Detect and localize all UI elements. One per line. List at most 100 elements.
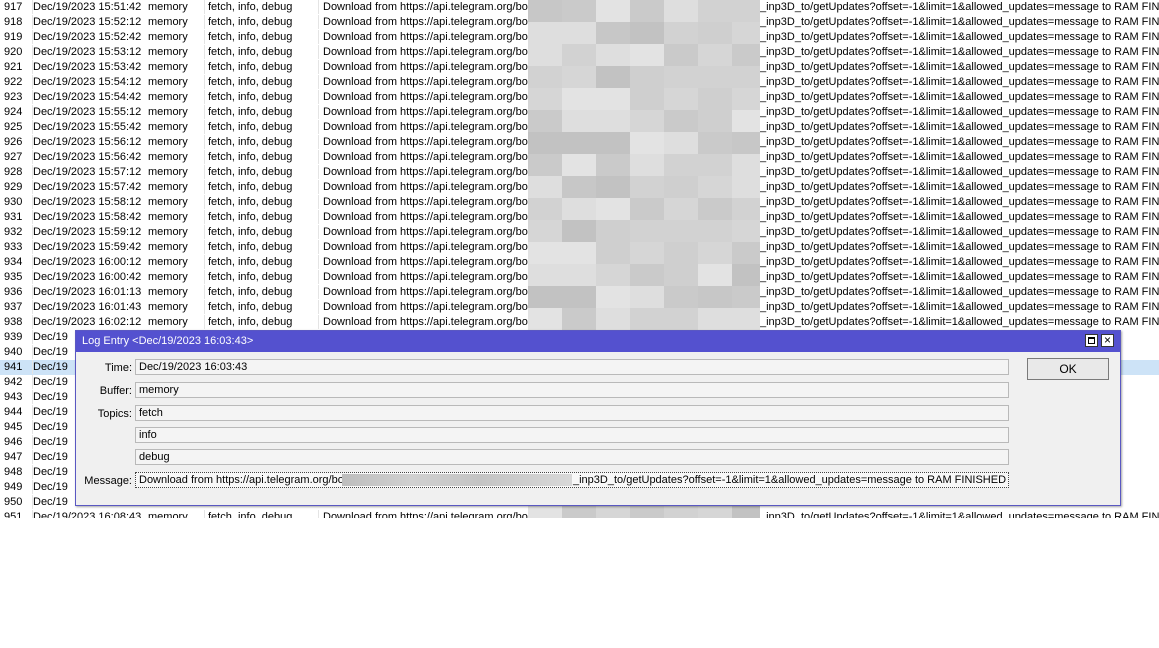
row-number: 938 [4, 316, 23, 328]
row-buffer: memory [148, 316, 188, 328]
row-message-start: Download from https://api.telegram.org/b… [318, 270, 532, 284]
message-text-start: Download from https://api.telegram.org/b… [139, 474, 347, 486]
buffer-label: Buffer: [99, 385, 132, 397]
row-topics: fetch, info, debug [204, 210, 321, 224]
message-label: Message: [84, 475, 132, 487]
buffer-field[interactable]: memory [135, 382, 1009, 398]
row-message-start: Download from https://api.telegram.org/b… [318, 150, 532, 164]
row-number: 942 [4, 376, 23, 388]
row-message-end: _inp3D_to/getUpdates?offset=-1&limit=1&a… [760, 151, 1159, 163]
row-buffer: memory [148, 1, 188, 13]
row-number: 950 [4, 496, 23, 508]
topic-field-2[interactable]: info [135, 427, 1009, 443]
row-number: 944 [4, 406, 23, 418]
row-message-start: Download from https://api.telegram.org/b… [318, 315, 532, 329]
time-field[interactable]: Dec/19/2023 16:03:43 [135, 359, 1009, 375]
row-message-start: Download from https://api.telegram.org/b… [318, 120, 532, 134]
row-buffer: memory [148, 106, 188, 118]
row-number: 925 [4, 121, 23, 133]
close-glyph: × [1103, 333, 1111, 347]
row-message-start: Download from https://api.telegram.org/b… [318, 30, 532, 44]
row-message-start: Download from https://api.telegram.org/b… [318, 0, 532, 14]
row-topics: fetch, info, debug [204, 15, 321, 29]
row-message-end: _inp3D_to/getUpdates?offset=-1&limit=1&a… [760, 271, 1159, 283]
row-number: 919 [4, 31, 23, 43]
row-topics: fetch, info, debug [204, 165, 321, 179]
row-message-start: Download from https://api.telegram.org/b… [318, 45, 532, 59]
row-number: 924 [4, 106, 23, 118]
maximize-icon[interactable] [1085, 334, 1098, 347]
close-icon[interactable]: × [1101, 333, 1114, 347]
row-number: 939 [4, 331, 23, 343]
row-message-start: Download from https://api.telegram.org/b… [318, 105, 532, 119]
row-message-end: _inp3D_to/getUpdates?offset=-1&limit=1&a… [760, 511, 1159, 518]
row-message-end: _inp3D_to/getUpdates?offset=-1&limit=1&a… [760, 301, 1159, 313]
row-message-end: _inp3D_to/getUpdates?offset=-1&limit=1&a… [760, 181, 1159, 193]
row-message-end: _inp3D_to/getUpdates?offset=-1&limit=1&a… [760, 76, 1159, 88]
log-entry-dialog: Log Entry <Dec/19/2023 16:03:43> × Time:… [75, 330, 1121, 506]
row-message-end: _inp3D_to/getUpdates?offset=-1&limit=1&a… [760, 31, 1159, 43]
row-message-start: Download from https://api.telegram.org/b… [318, 225, 532, 239]
row-buffer: memory [148, 196, 188, 208]
row-number: 935 [4, 271, 23, 283]
row-number: 949 [4, 481, 23, 493]
row-message-end: _inp3D_to/getUpdates?offset=-1&limit=1&a… [760, 61, 1159, 73]
row-message-end: _inp3D_to/getUpdates?offset=-1&limit=1&a… [760, 241, 1159, 253]
row-number: 918 [4, 16, 23, 28]
row-message-end: _inp3D_to/getUpdates?offset=-1&limit=1&a… [760, 286, 1159, 298]
row-topics: fetch, info, debug [204, 255, 321, 269]
redaction-mask [342, 474, 572, 486]
row-buffer: memory [148, 226, 188, 238]
row-message-end: _inp3D_to/getUpdates?offset=-1&limit=1&a… [760, 316, 1159, 328]
row-number: 931 [4, 211, 23, 223]
row-message-start: Download from https://api.telegram.org/b… [318, 255, 532, 269]
row-message-end: _inp3D_to/getUpdates?offset=-1&limit=1&a… [760, 1, 1159, 13]
row-number: 926 [4, 136, 23, 148]
row-number: 933 [4, 241, 23, 253]
row-number: 951 [4, 511, 23, 518]
row-message-start: Download from https://api.telegram.org/b… [318, 300, 532, 314]
dialog-title-bar[interactable]: Log Entry <Dec/19/2023 16:03:43> × [76, 331, 1120, 352]
row-message-end: _inp3D_to/getUpdates?offset=-1&limit=1&a… [760, 196, 1159, 208]
row-buffer: memory [148, 16, 188, 28]
row-number: 927 [4, 151, 23, 163]
row-message-start: Download from https://api.telegram.org/b… [318, 240, 532, 254]
row-number: 934 [4, 256, 23, 268]
row-number: 922 [4, 76, 23, 88]
message-field[interactable]: Download from https://api.telegram.org/b… [135, 472, 1009, 488]
row-message-end: _inp3D_to/getUpdates?offset=-1&limit=1&a… [760, 226, 1159, 238]
row-topics: fetch, info, debug [204, 135, 321, 149]
row-message-start: Download from https://api.telegram.org/b… [318, 180, 532, 194]
row-message-end: _inp3D_to/getUpdates?offset=-1&limit=1&a… [760, 166, 1159, 178]
topic-field-1[interactable]: fetch [135, 405, 1009, 421]
row-topics: fetch, info, debug [204, 195, 321, 209]
row-message-start: Download from https://api.telegram.org/b… [318, 90, 532, 104]
row-number: 943 [4, 391, 23, 403]
row-topics: fetch, info, debug [204, 270, 321, 284]
topic-field-3[interactable]: debug [135, 449, 1009, 465]
row-buffer: memory [148, 151, 188, 163]
row-buffer: memory [148, 271, 188, 283]
row-message-end: _inp3D_to/getUpdates?offset=-1&limit=1&a… [760, 121, 1159, 133]
row-message-start: Download from https://api.telegram.org/b… [318, 195, 532, 209]
row-number: 946 [4, 436, 23, 448]
row-buffer: memory [148, 241, 188, 253]
row-number: 940 [4, 346, 23, 358]
row-buffer: memory [148, 181, 188, 193]
row-number: 932 [4, 226, 23, 238]
row-number: 929 [4, 181, 23, 193]
dialog-title: Log Entry <Dec/19/2023 16:03:43> [82, 335, 254, 347]
row-topics: fetch, info, debug [204, 60, 321, 74]
row-message-start: Download from https://api.telegram.org/b… [318, 210, 532, 224]
row-number: 945 [4, 421, 23, 433]
topics-label: Topics: [97, 408, 132, 420]
row-number: 936 [4, 286, 23, 298]
row-number: 930 [4, 196, 23, 208]
row-message-end: _inp3D_to/getUpdates?offset=-1&limit=1&a… [760, 16, 1159, 28]
row-buffer: memory [148, 256, 188, 268]
row-buffer: memory [148, 76, 188, 88]
ok-button[interactable]: OK [1027, 358, 1109, 380]
row-topics: fetch, info, debug [204, 45, 321, 59]
row-number: 923 [4, 91, 23, 103]
row-topics: fetch, info, debug [204, 90, 321, 104]
